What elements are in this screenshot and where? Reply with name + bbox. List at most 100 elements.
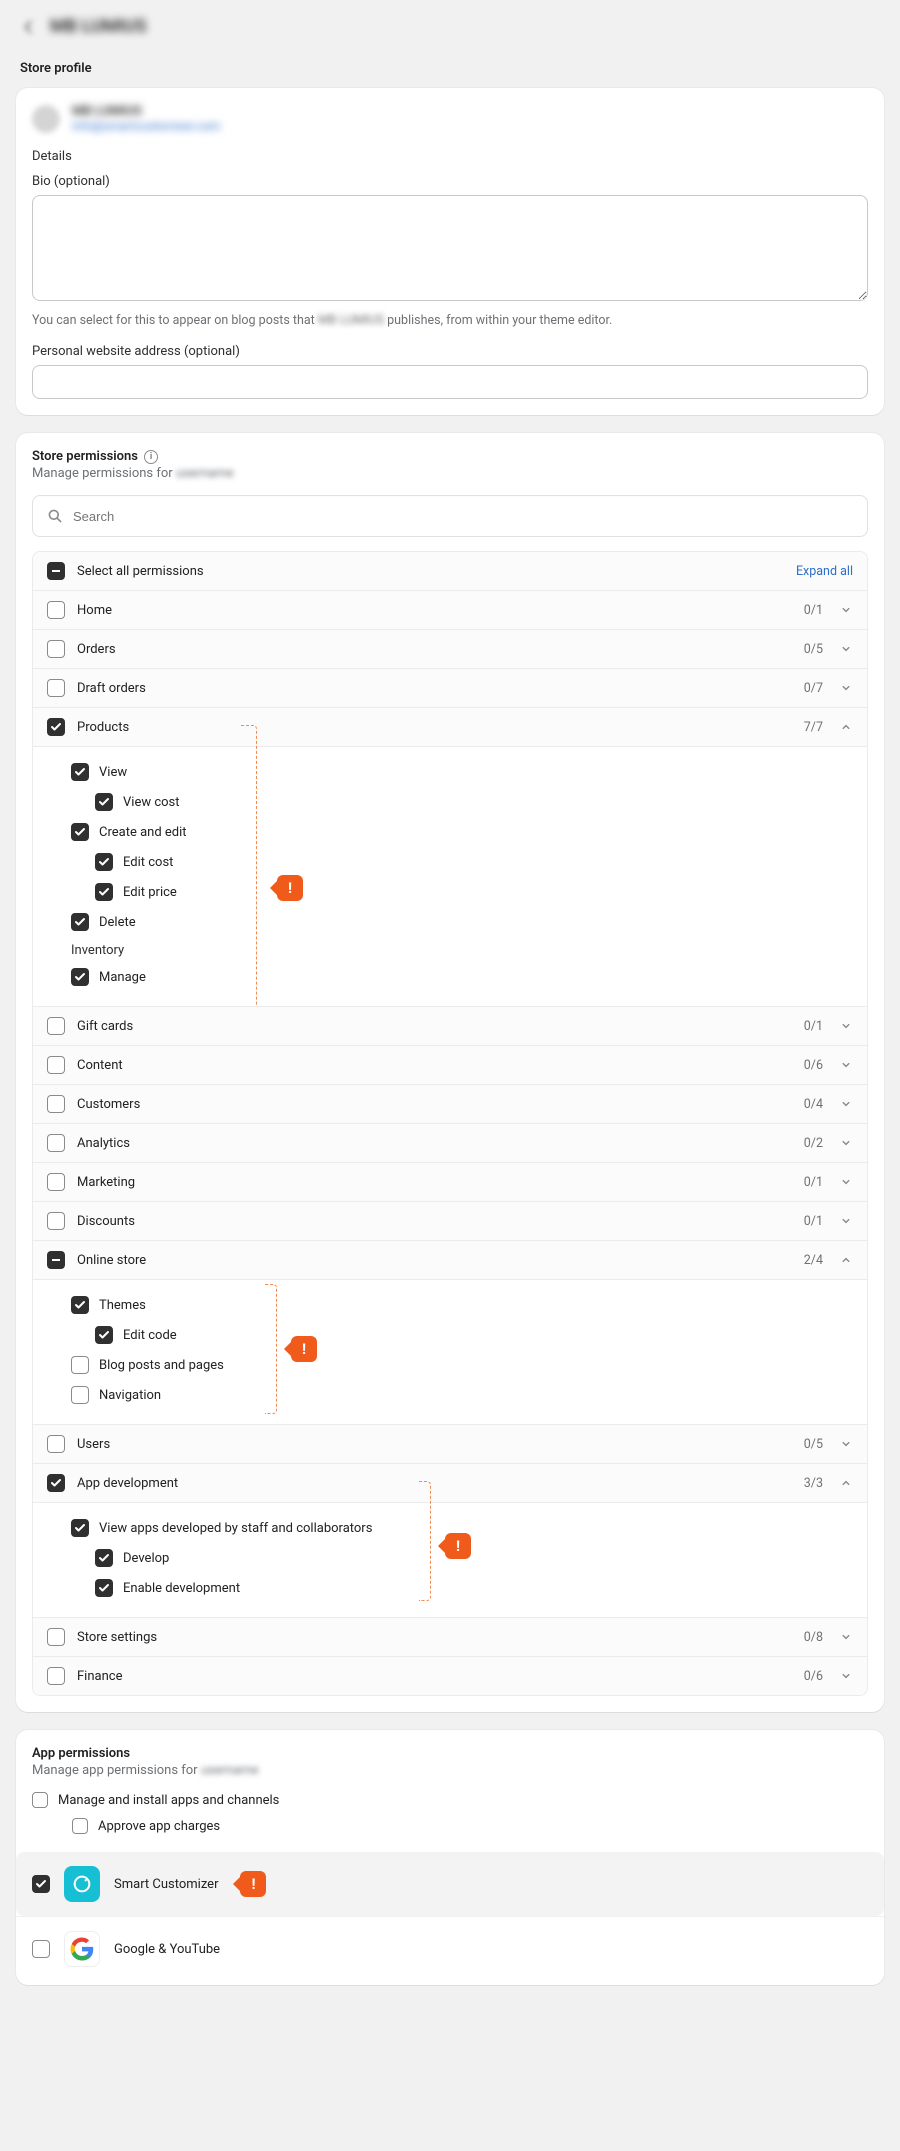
checkbox-google-youtube[interactable] bbox=[32, 1940, 50, 1958]
page-header: MB LUMIUS bbox=[16, 16, 884, 53]
chevron-up-icon[interactable] bbox=[839, 720, 853, 734]
store-permissions-card: Store permissions i Manage permissions f… bbox=[16, 433, 884, 1712]
checkbox-app-development[interactable] bbox=[47, 1474, 65, 1492]
row-users[interactable]: Users 0/5 bbox=[33, 1424, 867, 1463]
row-app-development[interactable]: App development 3/3 bbox=[33, 1463, 867, 1502]
checkbox-analytics[interactable] bbox=[47, 1134, 65, 1152]
permissions-list: Select all permissions Expand all Home 0… bbox=[32, 551, 868, 1696]
app-permissions-card: App permissions Manage app permissions f… bbox=[16, 1730, 884, 1985]
chevron-down-icon[interactable] bbox=[839, 603, 853, 617]
checkbox-blog-posts[interactable] bbox=[71, 1356, 89, 1374]
row-gift-cards[interactable]: Gift cards 0/1 bbox=[33, 1006, 867, 1045]
chevron-down-icon[interactable] bbox=[839, 1097, 853, 1111]
row-products[interactable]: Products 7/7 bbox=[33, 707, 867, 746]
back-arrow-icon[interactable] bbox=[20, 18, 38, 36]
profile-name: MB LUMIUS bbox=[72, 104, 220, 119]
checkbox-content[interactable] bbox=[47, 1056, 65, 1074]
row-content[interactable]: Content 0/6 bbox=[33, 1045, 867, 1084]
label-manage-install-apps: Manage and install apps and channels bbox=[58, 1793, 279, 1808]
app-permissions-title: App permissions bbox=[32, 1746, 130, 1761]
permissions-search[interactable] bbox=[32, 495, 868, 537]
checkbox-themes[interactable] bbox=[71, 1296, 89, 1314]
label-approve-charges: Approve app charges bbox=[98, 1819, 220, 1834]
row-analytics[interactable]: Analytics 0/2 bbox=[33, 1123, 867, 1162]
row-store-settings[interactable]: Store settings 0/8 bbox=[33, 1617, 867, 1656]
chevron-down-icon[interactable] bbox=[839, 1136, 853, 1150]
app-name-smart-customizer: Smart Customizer bbox=[114, 1877, 218, 1892]
bio-label: Bio (optional) bbox=[32, 174, 868, 189]
checkbox-users[interactable] bbox=[47, 1435, 65, 1453]
chevron-down-icon[interactable] bbox=[839, 642, 853, 656]
bio-help: You can select for this to appear on blo… bbox=[32, 313, 868, 328]
chevron-down-icon[interactable] bbox=[839, 1214, 853, 1228]
checkbox-develop[interactable] bbox=[95, 1549, 113, 1567]
callout-products: ! bbox=[277, 875, 303, 901]
checkbox-smart-customizer[interactable] bbox=[32, 1875, 50, 1893]
checkbox-marketing[interactable] bbox=[47, 1173, 65, 1191]
checkbox-manage[interactable] bbox=[71, 968, 89, 986]
profile-email[interactable]: info@smartcustomizer.com bbox=[72, 119, 220, 133]
page-title: MB LUMIUS bbox=[50, 16, 147, 37]
row-finance[interactable]: Finance 0/6 bbox=[33, 1656, 867, 1695]
chevron-down-icon[interactable] bbox=[839, 1669, 853, 1683]
checkbox-edit-cost[interactable] bbox=[95, 853, 113, 871]
store-profile-card: MB LUMIUS info@smartcustomizer.com Detai… bbox=[16, 88, 884, 415]
checkbox-finance[interactable] bbox=[47, 1667, 65, 1685]
checkbox-home[interactable] bbox=[47, 601, 65, 619]
checkbox-delete[interactable] bbox=[71, 913, 89, 931]
store-permissions-title: Store permissions bbox=[32, 449, 138, 464]
chevron-down-icon[interactable] bbox=[839, 1019, 853, 1033]
expand-all-link[interactable]: Expand all bbox=[796, 564, 853, 579]
checkbox-customers[interactable] bbox=[47, 1095, 65, 1113]
inventory-heading: Inventory bbox=[47, 937, 853, 962]
checkbox-store-settings[interactable] bbox=[47, 1628, 65, 1646]
checkbox-view[interactable] bbox=[71, 763, 89, 781]
checkbox-edit-price[interactable] bbox=[95, 883, 113, 901]
checkbox-products[interactable] bbox=[47, 718, 65, 736]
row-home[interactable]: Home 0/1 bbox=[33, 590, 867, 629]
row-orders[interactable]: Orders 0/5 bbox=[33, 629, 867, 668]
checkbox-approve-charges[interactable] bbox=[72, 1818, 88, 1834]
row-draft-orders[interactable]: Draft orders 0/7 bbox=[33, 668, 867, 707]
search-icon bbox=[47, 508, 63, 524]
checkbox-online-store[interactable] bbox=[47, 1251, 65, 1269]
chevron-down-icon[interactable] bbox=[839, 681, 853, 695]
checkbox-discounts[interactable] bbox=[47, 1212, 65, 1230]
app-name-google-youtube: Google & YouTube bbox=[114, 1942, 220, 1957]
checkbox-create-edit[interactable] bbox=[71, 823, 89, 841]
checkbox-enable-development[interactable] bbox=[95, 1579, 113, 1597]
search-input[interactable] bbox=[73, 509, 853, 524]
checkbox-gift-cards[interactable] bbox=[47, 1017, 65, 1035]
row-discounts[interactable]: Discounts 0/1 bbox=[33, 1201, 867, 1240]
bio-textarea[interactable] bbox=[32, 195, 868, 301]
avatar bbox=[32, 105, 60, 133]
chevron-down-icon[interactable] bbox=[839, 1630, 853, 1644]
chevron-up-icon[interactable] bbox=[839, 1476, 853, 1490]
app-row-google-youtube[interactable]: Google & YouTube bbox=[16, 1916, 884, 1981]
chevron-down-icon[interactable] bbox=[839, 1175, 853, 1189]
checkbox-draft-orders[interactable] bbox=[47, 679, 65, 697]
checkbox-manage-install-apps[interactable] bbox=[32, 1792, 48, 1808]
checkbox-view-apps[interactable] bbox=[71, 1519, 89, 1537]
info-icon[interactable]: i bbox=[144, 450, 158, 464]
chevron-down-icon[interactable] bbox=[839, 1437, 853, 1451]
chevron-up-icon[interactable] bbox=[839, 1253, 853, 1267]
chevron-down-icon[interactable] bbox=[839, 1058, 853, 1072]
label-select-all: Select all permissions bbox=[77, 564, 784, 579]
row-marketing[interactable]: Marketing 0/1 bbox=[33, 1162, 867, 1201]
section-heading-store-profile: Store profile bbox=[16, 53, 884, 88]
checkbox-view-cost[interactable] bbox=[95, 793, 113, 811]
website-input[interactable] bbox=[32, 365, 868, 399]
checkbox-orders[interactable] bbox=[47, 640, 65, 658]
checkbox-edit-code[interactable] bbox=[95, 1326, 113, 1344]
checkbox-select-all[interactable] bbox=[47, 562, 65, 580]
smart-customizer-icon bbox=[64, 1866, 100, 1902]
app-development-subpanel: ! View apps developed by staff and colla… bbox=[33, 1502, 867, 1617]
row-customers[interactable]: Customers 0/4 bbox=[33, 1084, 867, 1123]
row-select-all: Select all permissions Expand all bbox=[33, 552, 867, 590]
details-heading: Details bbox=[32, 149, 868, 164]
checkbox-navigation[interactable] bbox=[71, 1386, 89, 1404]
app-row-smart-customizer[interactable]: Smart Customizer ! bbox=[16, 1852, 884, 1916]
website-label: Personal website address (optional) bbox=[32, 344, 868, 359]
row-online-store[interactable]: Online store 2/4 bbox=[33, 1240, 867, 1279]
